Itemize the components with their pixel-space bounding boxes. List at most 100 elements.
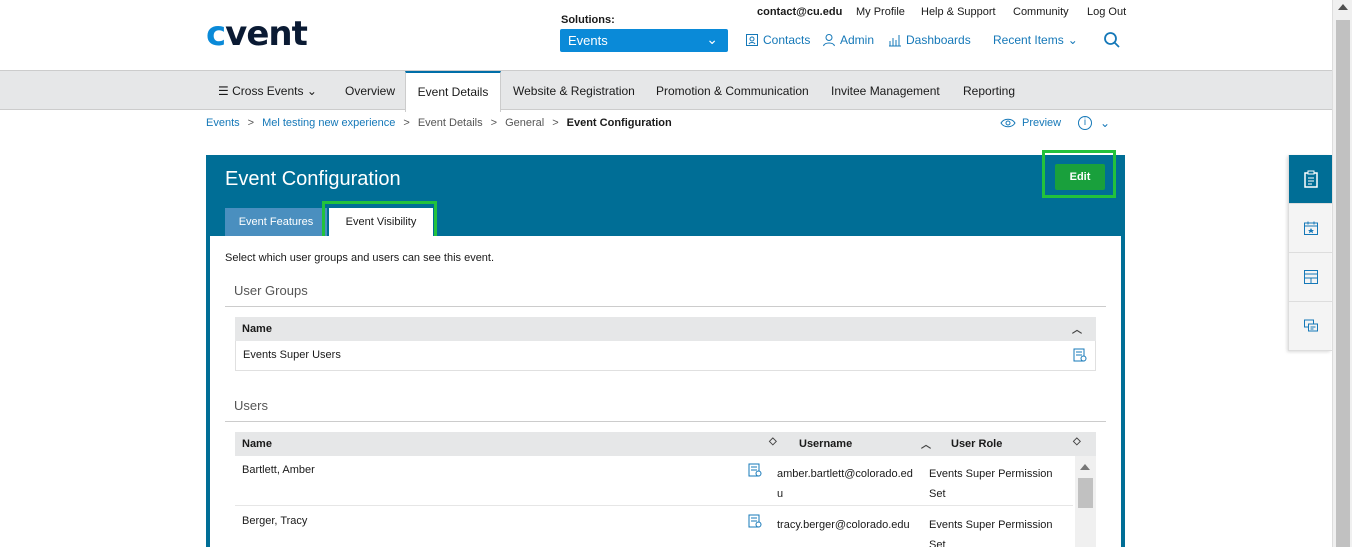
tab-event-features[interactable]: Event Features [225, 208, 327, 236]
users-table-body: Bartlett, Amber amber.bartlett@colorado.… [235, 456, 1096, 547]
user-username: amber.bartlett@colorado.edu [777, 468, 913, 500]
rail-chat[interactable] [1289, 302, 1332, 351]
contacts-icon [746, 34, 758, 46]
nav-invitee-management[interactable]: Invitee Management [831, 71, 940, 110]
chevron-down-icon: ⌄ [1067, 33, 1078, 47]
my-profile-link[interactable]: My Profile [856, 6, 905, 18]
main-nav: ☰ Cross Events ⌄ Overview Event Details … [0, 70, 1332, 112]
users-scrollbar[interactable] [1075, 456, 1096, 547]
page-title: Event Configuration [225, 168, 401, 190]
scrollbar-thumb[interactable] [1078, 478, 1093, 508]
table-row: Bartlett, Amber amber.bartlett@colorado.… [235, 456, 1073, 506]
breadcrumb-event-name[interactable]: Mel testing new experience [262, 117, 395, 129]
sort-icon[interactable]: ◇ [769, 436, 777, 447]
breadcrumb-events[interactable]: Events [206, 117, 240, 129]
recent-items-dropdown[interactable]: Recent Items ⌄ [993, 33, 1078, 47]
chevron-up-icon[interactable]: ︿ [1072, 321, 1082, 336]
breadcrumb-separator: > [403, 117, 410, 129]
scroll-up-icon[interactable] [1080, 464, 1090, 470]
view-details-icon[interactable] [747, 462, 763, 478]
user-role: Events Super Permission Set [929, 468, 1053, 500]
preview-label: Preview [1022, 117, 1062, 129]
sort-icon[interactable]: ◇ [1073, 436, 1081, 447]
layout-icon [1303, 270, 1318, 284]
hamburger-icon: ☰ [218, 84, 229, 98]
clipboard-icon [1303, 170, 1318, 188]
breadcrumb-separator: > [552, 117, 559, 129]
breadcrumb-separator: > [490, 117, 498, 129]
dashboards-link[interactable]: Dashboards [888, 33, 971, 47]
table-row: Events Super Users [235, 341, 1096, 371]
rail-layout[interactable] [1289, 253, 1332, 302]
user-icon [823, 34, 835, 47]
scroll-up-icon[interactable] [1338, 4, 1348, 10]
preview-link[interactable]: Preview [1000, 117, 1061, 129]
scrollbar-thumb[interactable] [1336, 20, 1350, 547]
search-button[interactable] [1103, 31, 1121, 49]
users-table-header: Name ◇ Username ︿ User Role ◇ [235, 432, 1096, 456]
account-email: contact@cu.edu [757, 6, 843, 18]
search-icon [1104, 32, 1120, 48]
right-tool-rail [1288, 155, 1332, 351]
nav-overview[interactable]: Overview [345, 71, 395, 110]
solutions-select[interactable]: Events ⌄ [560, 29, 728, 52]
chevron-down-icon: ⌄ [706, 31, 718, 47]
groups-table-header: Name ︿ [235, 317, 1096, 341]
panel-body: Select which user groups and users can s… [210, 236, 1121, 547]
dashboards-label: Dashboards [906, 33, 971, 47]
help-support-link[interactable]: Help & Support [921, 6, 996, 18]
cvent-logo[interactable]: cvent [206, 14, 308, 54]
users-heading: Users [234, 398, 268, 413]
edit-button[interactable]: Edit [1055, 164, 1105, 190]
users-col-role[interactable]: User Role [951, 438, 1002, 450]
view-details-icon[interactable] [1072, 347, 1088, 363]
admin-label: Admin [840, 33, 875, 47]
rail-calendar[interactable] [1289, 204, 1332, 253]
contacts-link[interactable]: Contacts [745, 33, 810, 47]
admin-link[interactable]: Admin [822, 33, 874, 47]
breadcrumb-general: General [505, 117, 545, 129]
community-link[interactable]: Community [1013, 6, 1069, 18]
user-role: Events Super Permission Set [929, 519, 1053, 547]
breadcrumb-event-details: Event Details [417, 117, 483, 129]
page-scrollbar[interactable] [1332, 0, 1352, 547]
view-details-icon[interactable] [747, 513, 763, 529]
breadcrumb-separator: > [247, 117, 255, 129]
solutions-value: Events [568, 33, 608, 48]
log-out-link[interactable]: Log Out [1087, 6, 1126, 18]
divider [225, 421, 1106, 422]
chevron-down-icon: ⌄ [1100, 116, 1111, 130]
solutions-label: Solutions: [561, 14, 615, 26]
breadcrumb: Events > Mel testing new experience > Ev… [206, 117, 672, 129]
nav-event-details[interactable]: Event Details [405, 71, 501, 112]
breadcrumb-current: Event Configuration [566, 117, 672, 129]
event-configuration-panel: Event Configuration Edit Event Features … [206, 150, 1125, 547]
groups-col-name[interactable]: Name [242, 323, 272, 335]
intro-text: Select which user groups and users can s… [225, 252, 495, 264]
user-name: Berger, Tracy [242, 515, 308, 527]
user-username: tracy.berger@colorado.edu [777, 519, 910, 531]
info-icon: i [1078, 116, 1092, 130]
top-header: cvent contact@cu.edu My Profile Help & S… [0, 0, 1332, 70]
user-groups-heading: User Groups [234, 283, 308, 298]
divider [225, 306, 1106, 307]
users-col-username[interactable]: Username [799, 438, 852, 450]
calendar-icon [1303, 221, 1318, 235]
nav-website-registration[interactable]: Website & Registration [513, 71, 635, 110]
info-dropdown[interactable]: i ⌄ [1078, 116, 1110, 130]
nav-cross-events[interactable]: ☰ Cross Events ⌄ [218, 71, 317, 110]
rail-clipboard[interactable] [1289, 155, 1332, 204]
chat-icon [1303, 319, 1318, 332]
eye-icon [1000, 118, 1016, 128]
contacts-label: Contacts [763, 33, 811, 47]
user-name: Bartlett, Amber [242, 464, 315, 476]
bar-chart-icon [889, 35, 901, 47]
nav-reporting[interactable]: Reporting [963, 71, 1015, 110]
group-name: Events Super Users [243, 349, 341, 361]
table-row: Berger, Tracy tracy.berger@colorado.edu … [235, 507, 1073, 547]
tab-highlight [322, 201, 437, 241]
users-col-name[interactable]: Name [242, 438, 272, 450]
nav-promotion-communication[interactable]: Promotion & Communication [656, 71, 809, 110]
nav-cross-events-label: Cross Events [232, 84, 304, 98]
chevron-up-icon[interactable]: ︿ [921, 436, 931, 451]
